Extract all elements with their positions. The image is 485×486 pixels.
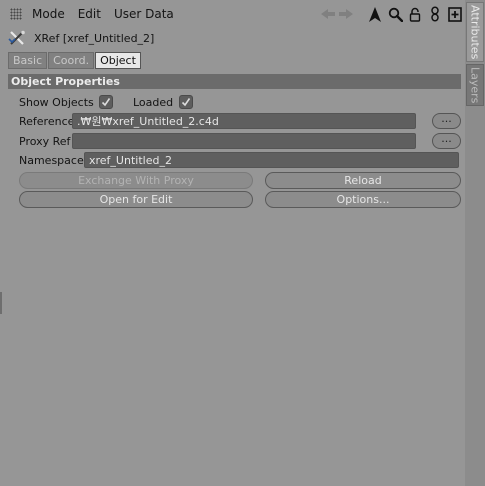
menu-user-data[interactable]: User Data <box>114 7 174 21</box>
back-forward-arrows-icon[interactable] <box>319 7 355 21</box>
new-panel-icon[interactable] <box>447 5 463 23</box>
panel-grip-icon[interactable] <box>10 8 22 20</box>
lock-icon[interactable] <box>407 5 423 23</box>
side-tab-attributes-label: Attributes <box>468 4 482 60</box>
side-tab-strip: Attributes Layers <box>465 0 485 486</box>
object-header: XRef [xref_Untitled_2] <box>8 29 154 47</box>
reference-browse-button[interactable]: ... <box>432 113 461 129</box>
loaded-row: Loaded <box>133 93 194 111</box>
show-objects-row: Show Objects <box>19 93 113 111</box>
tab-coord[interactable]: Coord. <box>48 52 95 69</box>
proxy-field[interactable] <box>72 133 416 149</box>
exchange-with-proxy-button[interactable]: Exchange With Proxy <box>19 172 253 189</box>
section-header[interactable]: Object Properties <box>8 74 461 89</box>
reference-label: Reference <box>19 114 75 128</box>
proxy-browse-button[interactable]: ... <box>432 133 461 149</box>
options-button[interactable]: Options... <box>265 191 461 208</box>
xref-icon <box>8 29 28 47</box>
splitter-handle[interactable] <box>0 292 2 314</box>
proxy-row: Proxy Ref <box>19 132 70 150</box>
proxy-label: Proxy Ref <box>19 134 71 148</box>
loaded-checkbox[interactable] <box>179 95 194 109</box>
reference-field[interactable]: .₩원₩xref_Untitled_2.c4d <box>72 113 416 129</box>
side-tab-layers-label: Layers <box>468 66 482 104</box>
menu-mode[interactable]: Mode <box>32 7 65 21</box>
menubar: Mode Edit User Data <box>6 4 465 24</box>
tab-basic[interactable]: Basic <box>8 52 48 69</box>
attributes-manager-window: Mode Edit User Data XRef [xref_Untitled_… <box>0 0 485 486</box>
link-icon[interactable] <box>427 5 443 23</box>
attributes-panel: Mode Edit User Data XRef [xref_Untitled_… <box>6 0 466 486</box>
side-tab-layers[interactable]: Layers <box>466 64 484 106</box>
tab-object[interactable]: Object <box>95 52 141 69</box>
object-title: XRef [xref_Untitled_2] <box>34 31 155 45</box>
namespace-row: Namespace <box>19 151 84 169</box>
show-objects-checkbox[interactable] <box>98 95 113 109</box>
namespace-label: Namespace <box>19 153 84 167</box>
menu-edit[interactable]: Edit <box>78 7 101 21</box>
side-tab-attributes[interactable]: Attributes <box>466 2 484 62</box>
cursor-arrow-icon[interactable] <box>367 5 383 23</box>
toolbar <box>319 4 465 24</box>
show-objects-label: Show Objects <box>19 95 94 109</box>
namespace-field[interactable]: xref_Untitled_2 <box>84 152 459 168</box>
open-for-edit-button[interactable]: Open for Edit <box>19 191 253 208</box>
reference-row: Reference <box>19 112 74 130</box>
tab-bar: Basic Coord. Object <box>8 52 142 69</box>
loaded-label: Loaded <box>133 95 174 109</box>
search-icon[interactable] <box>387 5 403 23</box>
reload-button[interactable]: Reload <box>265 172 461 189</box>
